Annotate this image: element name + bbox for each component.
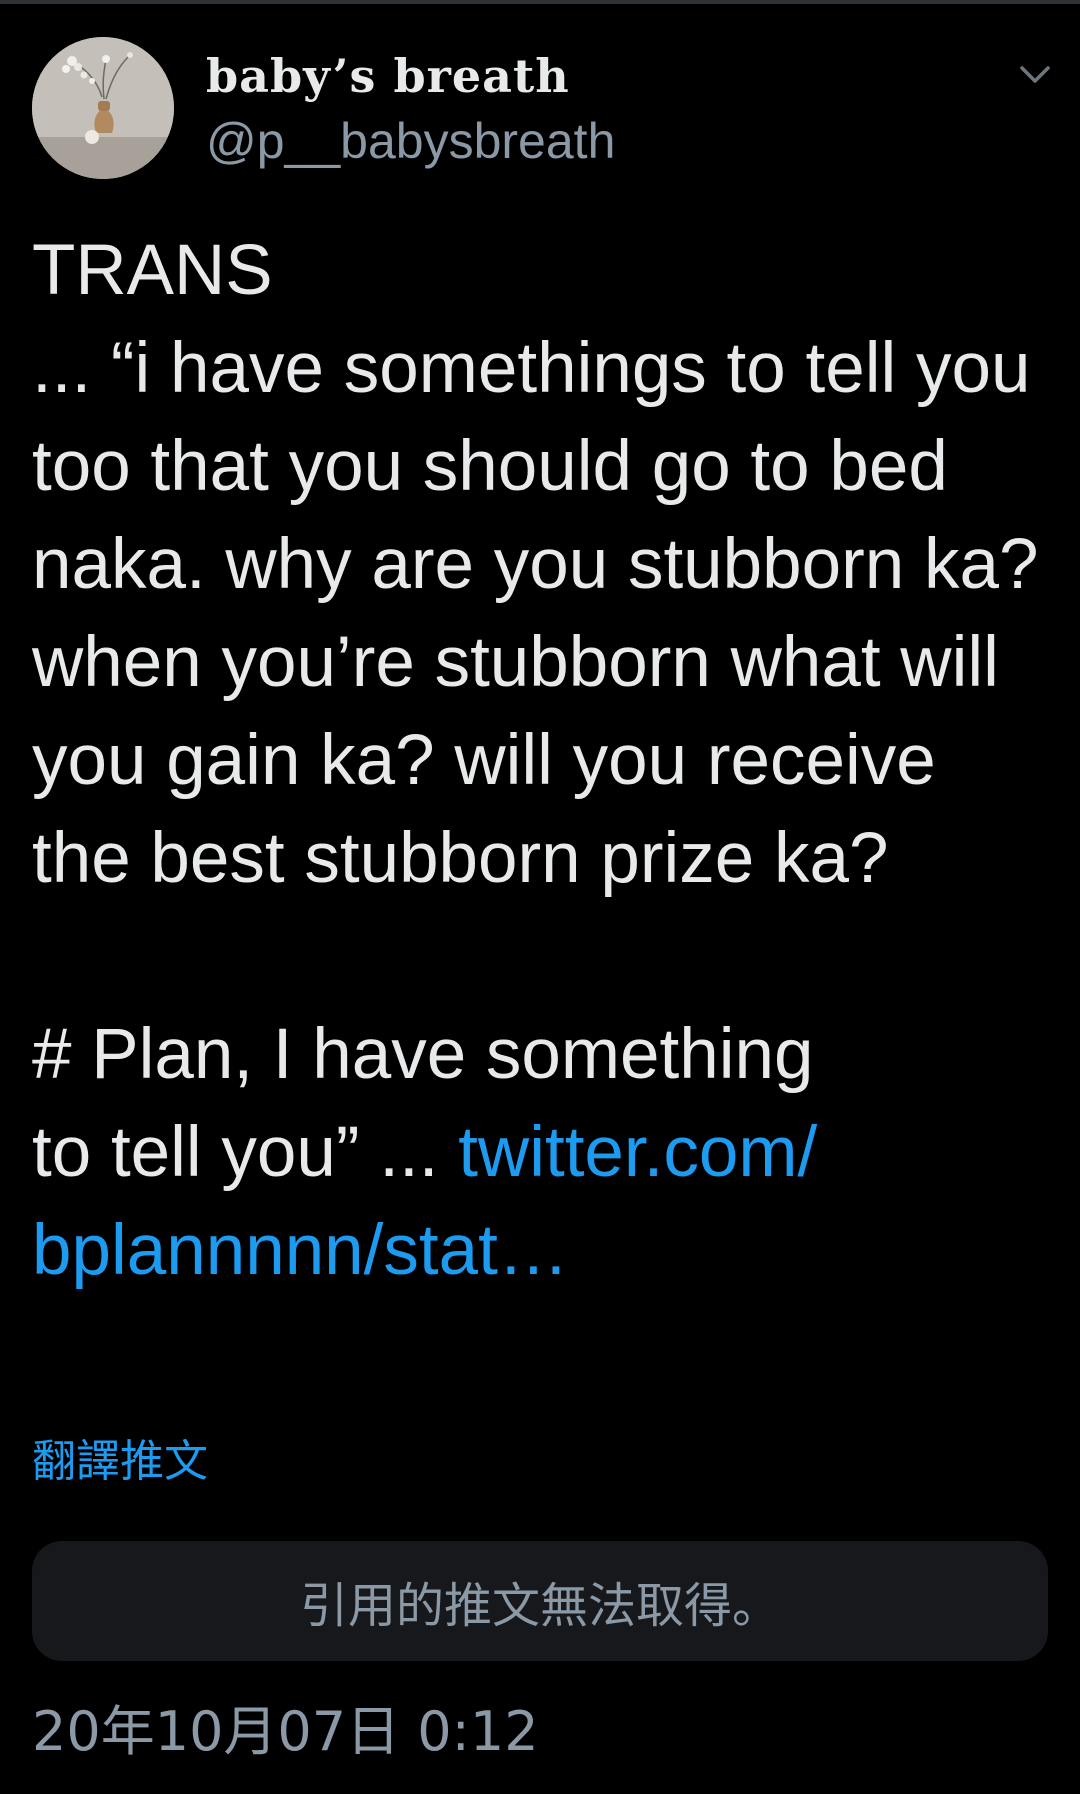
avatar[interactable] xyxy=(32,37,174,179)
author-display-name[interactable]: baby’s breath xyxy=(206,45,615,107)
chevron-down-icon[interactable] xyxy=(1018,62,1052,88)
tweet-body: TRANS ... “i have somethings to tell you… xyxy=(32,231,1039,1192)
avatar-photo-icon xyxy=(32,37,174,179)
quoted-tweet-unavailable: 引用的推文無法取得。 xyxy=(299,1578,780,1634)
author-handle[interactable]: @p__babysbreath xyxy=(206,107,615,175)
quoted-tweet-card[interactable]: 引用的推文無法取得。 xyxy=(32,1541,1048,1661)
tweet-timestamp[interactable]: 20年10月07日 0:12 xyxy=(32,1697,539,1767)
tweet-text: TRANS ... “i have somethings to tell you… xyxy=(32,222,1042,1300)
translate-tweet-link[interactable]: 翻譯推文 xyxy=(32,1432,208,1492)
author-block[interactable]: baby’s breath @p__babysbreath xyxy=(206,45,615,175)
top-divider xyxy=(0,0,1080,4)
